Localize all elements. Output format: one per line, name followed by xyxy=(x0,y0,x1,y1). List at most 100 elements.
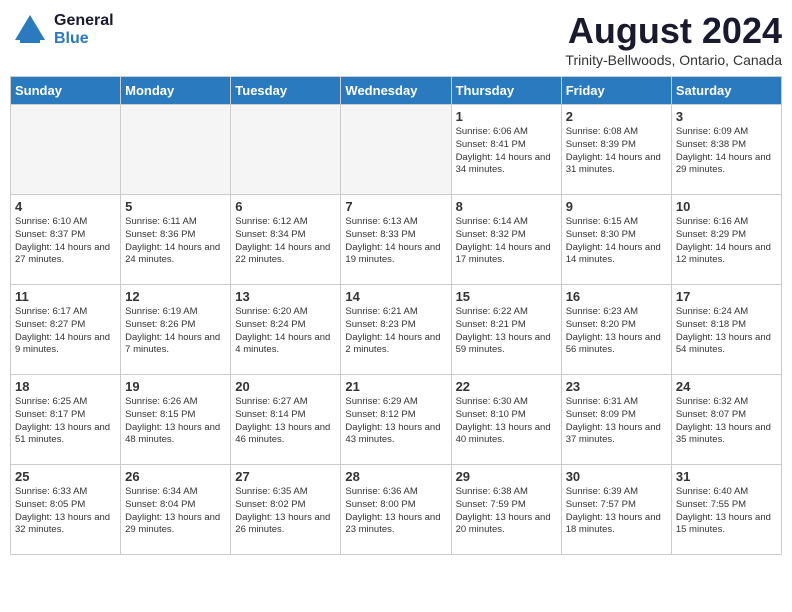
calendar-header-row: SundayMondayTuesdayWednesdayThursdayFrid… xyxy=(11,77,782,105)
calendar-cell: 23 Sunrise: 6:31 AM Sunset: 8:09 PM Dayli… xyxy=(561,375,671,465)
day-number: 2 xyxy=(566,109,667,124)
calendar-week-row: 25Sunrise: 6:33 AM Sunset: 8:05 PM Dayli… xyxy=(11,465,782,555)
day-number: 31 xyxy=(676,469,777,484)
calendar-cell: 11Sunrise: 6:17 AM Sunset: 8:27 PM Dayli… xyxy=(11,285,121,375)
calendar-cell: 4 Sunrise: 6:10 AM Sunset: 8:37 PM Daylig… xyxy=(11,195,121,285)
calendar-cell xyxy=(121,105,231,195)
day-number: 20 xyxy=(235,379,336,394)
calendar-cell: 31 Sunrise: 6:40 AM Sunset: 7:55 PM Dayli… xyxy=(671,465,781,555)
calendar-cell xyxy=(341,105,451,195)
logo-blue: Blue xyxy=(54,30,114,48)
day-number: 28 xyxy=(345,469,446,484)
page-header: General Blue August 2024 Trinity-Bellwoo… xyxy=(10,10,782,68)
day-of-week-header: Wednesday xyxy=(341,77,451,105)
day-info: Sunrise: 6:14 AM Sunset: 8:32 PM Dayligh… xyxy=(456,216,557,267)
day-number: 29 xyxy=(456,469,557,484)
day-info: Sunrise: 6:32 AM Sunset: 8:07 PM Dayligh… xyxy=(676,396,777,447)
day-of-week-header: Sunday xyxy=(11,77,121,105)
calendar-cell: 18 Sunrise: 6:25 AM Sunset: 8:17 PM Dayli… xyxy=(11,375,121,465)
calendar-cell xyxy=(11,105,121,195)
calendar-cell: 26 Sunrise: 6:34 AM Sunset: 8:04 PM Dayli… xyxy=(121,465,231,555)
calendar-cell: 8 Sunrise: 6:14 AM Sunset: 8:32 PM Daylig… xyxy=(451,195,561,285)
day-info: Sunrise: 6:23 AM Sunset: 8:20 PM Dayligh… xyxy=(566,306,667,357)
day-info: Sunrise: 6:11 AM Sunset: 8:36 PM Dayligh… xyxy=(125,216,226,267)
day-info: Sunrise: 6:22 AM Sunset: 8:21 PM Dayligh… xyxy=(456,306,557,357)
day-info: Sunrise: 6:36 AM Sunset: 8:00 PM Dayligh… xyxy=(345,486,446,537)
location: Trinity-Bellwoods, Ontario, Canada xyxy=(565,52,782,68)
day-info: Sunrise: 6:21 AM Sunset: 8:23 PM Dayligh… xyxy=(345,306,446,357)
calendar-cell: 29 Sunrise: 6:38 AM Sunset: 7:59 PM Dayli… xyxy=(451,465,561,555)
calendar-cell: 12Sunrise: 6:19 AM Sunset: 8:26 PM Dayli… xyxy=(121,285,231,375)
calendar-cell: 10Sunrise: 6:16 AM Sunset: 8:29 PM Dayli… xyxy=(671,195,781,285)
day-number: 18 xyxy=(15,379,116,394)
day-info: Sunrise: 6:06 AM Sunset: 8:41 PM Dayligh… xyxy=(456,126,557,177)
day-number: 21 xyxy=(345,379,446,394)
day-info: Sunrise: 6:26 AM Sunset: 8:15 PM Dayligh… xyxy=(125,396,226,447)
day-info: Sunrise: 6:19 AM Sunset: 8:26 PM Dayligh… xyxy=(125,306,226,357)
day-number: 5 xyxy=(125,199,226,214)
day-of-week-header: Monday xyxy=(121,77,231,105)
calendar-cell: 15 Sunrise: 6:22 AM Sunset: 8:21 PM Dayli… xyxy=(451,285,561,375)
day-number: 13 xyxy=(235,289,336,304)
calendar-cell: 7 Sunrise: 6:13 AM Sunset: 8:33 PM Daylig… xyxy=(341,195,451,285)
calendar-cell: 19 Sunrise: 6:26 AM Sunset: 8:15 PM Dayli… xyxy=(121,375,231,465)
day-number: 16 xyxy=(566,289,667,304)
day-info: Sunrise: 6:40 AM Sunset: 7:55 PM Dayligh… xyxy=(676,486,777,537)
day-info: Sunrise: 6:12 AM Sunset: 8:34 PM Dayligh… xyxy=(235,216,336,267)
calendar-cell: 17 Sunrise: 6:24 AM Sunset: 8:18 PM Dayli… xyxy=(671,285,781,375)
day-of-week-header: Saturday xyxy=(671,77,781,105)
calendar-week-row: 4 Sunrise: 6:10 AM Sunset: 8:37 PM Daylig… xyxy=(11,195,782,285)
calendar-week-row: 1Sunrise: 6:06 AM Sunset: 8:41 PM Daylig… xyxy=(11,105,782,195)
calendar-cell: 1Sunrise: 6:06 AM Sunset: 8:41 PM Daylig… xyxy=(451,105,561,195)
calendar-cell: 5 Sunrise: 6:11 AM Sunset: 8:36 PM Daylig… xyxy=(121,195,231,285)
day-info: Sunrise: 6:29 AM Sunset: 8:12 PM Dayligh… xyxy=(345,396,446,447)
calendar-cell: 13 Sunrise: 6:20 AM Sunset: 8:24 PM Dayli… xyxy=(231,285,341,375)
day-info: Sunrise: 6:20 AM Sunset: 8:24 PM Dayligh… xyxy=(235,306,336,357)
month-title: August 2024 xyxy=(565,10,782,52)
calendar-cell: 30 Sunrise: 6:39 AM Sunset: 7:57 PM Dayli… xyxy=(561,465,671,555)
day-number: 8 xyxy=(456,199,557,214)
day-info: Sunrise: 6:25 AM Sunset: 8:17 PM Dayligh… xyxy=(15,396,116,447)
day-number: 26 xyxy=(125,469,226,484)
day-number: 15 xyxy=(456,289,557,304)
day-number: 10 xyxy=(676,199,777,214)
day-of-week-header: Thursday xyxy=(451,77,561,105)
day-number: 30 xyxy=(566,469,667,484)
calendar-cell: 24Sunrise: 6:32 AM Sunset: 8:07 PM Dayli… xyxy=(671,375,781,465)
day-number: 3 xyxy=(676,109,777,124)
day-number: 22 xyxy=(456,379,557,394)
day-info: Sunrise: 6:38 AM Sunset: 7:59 PM Dayligh… xyxy=(456,486,557,537)
calendar-cell: 14Sunrise: 6:21 AM Sunset: 8:23 PM Dayli… xyxy=(341,285,451,375)
calendar-cell: 20 Sunrise: 6:27 AM Sunset: 8:14 PM Dayli… xyxy=(231,375,341,465)
day-number: 9 xyxy=(566,199,667,214)
day-info: Sunrise: 6:13 AM Sunset: 8:33 PM Dayligh… xyxy=(345,216,446,267)
logo: General Blue xyxy=(10,10,114,50)
day-number: 11 xyxy=(15,289,116,304)
day-info: Sunrise: 6:08 AM Sunset: 8:39 PM Dayligh… xyxy=(566,126,667,177)
calendar-week-row: 18 Sunrise: 6:25 AM Sunset: 8:17 PM Dayli… xyxy=(11,375,782,465)
day-info: Sunrise: 6:24 AM Sunset: 8:18 PM Dayligh… xyxy=(676,306,777,357)
day-number: 19 xyxy=(125,379,226,394)
day-of-week-header: Tuesday xyxy=(231,77,341,105)
day-number: 17 xyxy=(676,289,777,304)
day-number: 4 xyxy=(15,199,116,214)
calendar-cell: 2 Sunrise: 6:08 AM Sunset: 8:39 PM Daylig… xyxy=(561,105,671,195)
day-info: Sunrise: 6:34 AM Sunset: 8:04 PM Dayligh… xyxy=(125,486,226,537)
day-info: Sunrise: 6:09 AM Sunset: 8:38 PM Dayligh… xyxy=(676,126,777,177)
day-info: Sunrise: 6:27 AM Sunset: 8:14 PM Dayligh… xyxy=(235,396,336,447)
day-number: 27 xyxy=(235,469,336,484)
logo-icon xyxy=(10,10,50,50)
calendar-cell: 28 Sunrise: 6:36 AM Sunset: 8:00 PM Dayli… xyxy=(341,465,451,555)
day-info: Sunrise: 6:33 AM Sunset: 8:05 PM Dayligh… xyxy=(15,486,116,537)
day-info: Sunrise: 6:10 AM Sunset: 8:37 PM Dayligh… xyxy=(15,216,116,267)
title-area: August 2024 Trinity-Bellwoods, Ontario, … xyxy=(565,10,782,68)
calendar-cell: 25Sunrise: 6:33 AM Sunset: 8:05 PM Dayli… xyxy=(11,465,121,555)
day-number: 7 xyxy=(345,199,446,214)
day-of-week-header: Friday xyxy=(561,77,671,105)
day-number: 6 xyxy=(235,199,336,214)
day-number: 23 xyxy=(566,379,667,394)
calendar-cell: 27Sunrise: 6:35 AM Sunset: 8:02 PM Dayli… xyxy=(231,465,341,555)
day-info: Sunrise: 6:31 AM Sunset: 8:09 PM Dayligh… xyxy=(566,396,667,447)
day-info: Sunrise: 6:15 AM Sunset: 8:30 PM Dayligh… xyxy=(566,216,667,267)
day-info: Sunrise: 6:39 AM Sunset: 7:57 PM Dayligh… xyxy=(566,486,667,537)
